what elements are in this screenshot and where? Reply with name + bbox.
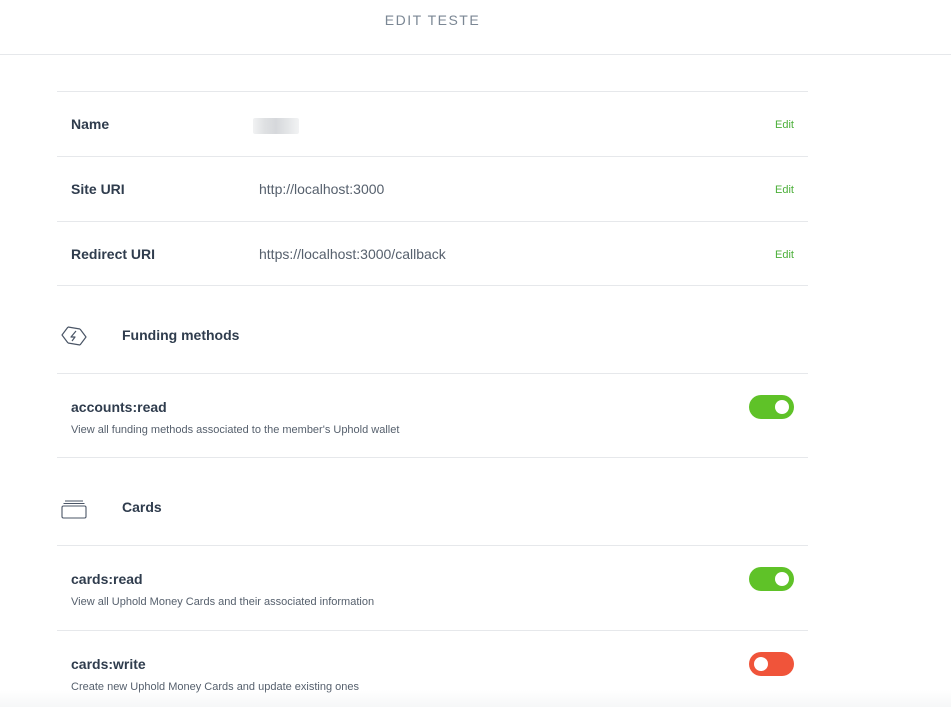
permission-row-accounts-read: accounts:read View all funding methods a… xyxy=(57,373,808,458)
cards-write-toggle[interactable] xyxy=(749,652,794,676)
edit-redirect-uri-link[interactable]: Edit xyxy=(775,249,794,261)
field-row-redirect-uri: Redirect URI https://localhost:3000/call… xyxy=(57,221,808,286)
permission-row-cards-read: cards:read View all Uphold Money Cards a… xyxy=(57,545,808,630)
section-header-funding-methods: Funding methods xyxy=(57,286,808,373)
section-title-funding-methods: Funding methods xyxy=(122,327,240,343)
permission-name: cards:read xyxy=(71,571,143,587)
field-value-redirect-uri: https://localhost:3000/callback xyxy=(259,246,446,262)
section-title-cards: Cards xyxy=(122,499,162,515)
permission-name: cards:write xyxy=(71,656,146,672)
edit-site-uri-link[interactable]: Edit xyxy=(775,184,794,196)
field-value-site-uri: http://localhost:3000 xyxy=(259,181,385,197)
field-row-site-uri: Site URI http://localhost:3000 Edit xyxy=(57,156,808,221)
toggle-knob xyxy=(775,400,789,414)
field-value-name-redacted xyxy=(253,118,299,134)
permission-description: View all Uphold Money Cards and their as… xyxy=(71,596,375,608)
cards-stack-icon xyxy=(59,496,89,520)
funding-methods-icon xyxy=(59,324,89,348)
bottom-fade xyxy=(0,690,951,707)
settings-panel: Name Edit Site URI http://localhost:3000… xyxy=(57,91,808,715)
field-label-redirect-uri: Redirect URI xyxy=(71,246,156,262)
toggle-knob xyxy=(775,572,789,586)
cards-read-toggle[interactable] xyxy=(749,567,794,591)
field-row-name: Name Edit xyxy=(57,91,808,156)
edit-name-link[interactable]: Edit xyxy=(775,119,794,131)
section-header-cards: Cards xyxy=(57,458,808,545)
toggle-knob xyxy=(754,657,768,671)
field-label-name: Name xyxy=(71,116,110,132)
permission-description: View all funding methods associated to t… xyxy=(71,424,400,436)
accounts-read-toggle[interactable] xyxy=(749,395,794,419)
permission-name: accounts:read xyxy=(71,399,167,415)
page-title: EDIT TESTE xyxy=(384,12,481,28)
field-label-site-uri: Site URI xyxy=(71,181,125,197)
top-bar: EDIT TESTE xyxy=(0,0,951,55)
